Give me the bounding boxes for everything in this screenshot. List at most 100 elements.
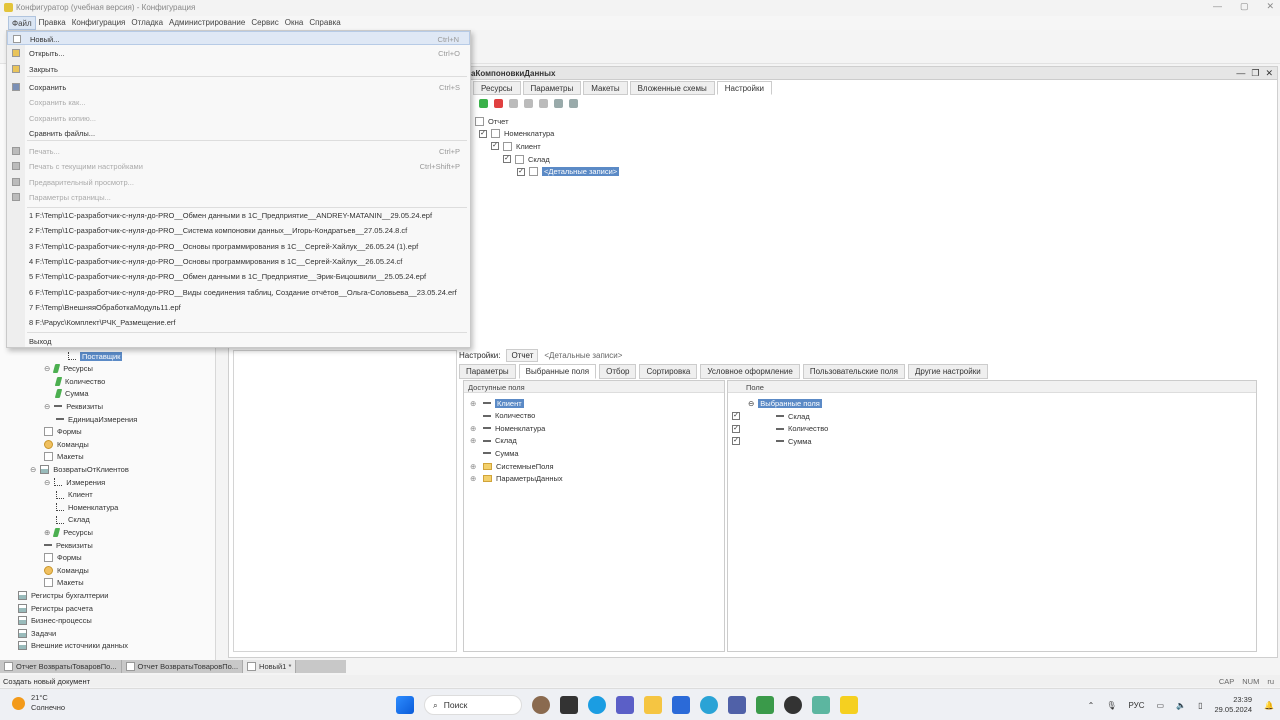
tree-item[interactable]: Склад [56,514,90,526]
menu-5[interactable]: Сервис [248,16,281,30]
tab-4[interactable]: Настройки [716,81,772,95]
tree-item[interactable]: Задачи [18,627,56,639]
selected-root[interactable]: ⊖ Выбранные поля [748,397,822,409]
recent-file[interactable]: 8 F:\Рарус\Комплект\РЧК_Размещение.erf [7,315,470,329]
structure-node[interactable]: ✓ <Детальные записи> [517,166,620,178]
store-icon[interactable] [672,696,690,714]
checkbox[interactable]: ✓ [732,424,740,433]
maximize-icon[interactable]: ▢ [1240,1,1249,12]
structure-node[interactable]: Отчет [475,115,509,127]
tab-1[interactable]: Параметры [522,81,582,95]
tree-item[interactable]: Команды [44,564,89,576]
recent-file[interactable]: 6 F:\Temp\1C-разработчик-с-нуля-до-PRO__… [7,285,470,299]
tab-2[interactable]: Макеты [583,81,628,95]
clock[interactable]: 23:39 29.05.2024 [1214,695,1252,715]
selected-field[interactable]: ✓ Сумма [732,435,812,447]
menu-6[interactable]: Окна [282,16,307,30]
tree-item[interactable]: Сумма [54,388,89,400]
move-down-icon[interactable] [539,99,548,108]
exit-item[interactable]: Выход [7,334,470,348]
available-field[interactable]: Количество [470,410,535,422]
tab-3[interactable]: Вложенные схемы [629,81,715,95]
checkbox[interactable]: ✓ [491,142,499,151]
tree-item[interactable]: ⊕ Ресурсы [44,526,93,538]
menu-0[interactable]: Файл [8,16,36,30]
selected-field[interactable]: ✓ Склад [732,410,810,422]
taskbar-search[interactable]: ⌕ Поиск [424,695,522,715]
battery-icon[interactable]: ▯ [1198,701,1202,710]
network-icon[interactable]: ▭ [1157,701,1165,710]
add-icon[interactable] [479,99,488,108]
minimize-icon[interactable]: — [1213,1,1222,12]
expand-icon[interactable]: ⊖ [44,478,50,487]
available-field[interactable]: ⊕ Клиент [470,397,524,409]
delete-icon[interactable] [494,99,503,108]
tree-item[interactable]: Регистры бухгалтерии [18,589,108,601]
file-menu-item[interactable]: Новый... Ctrl+N [7,31,470,45]
lang-indicator[interactable]: РУС [1129,701,1145,710]
file-menu-item[interactable]: Закрыть [7,62,470,76]
tree-item[interactable]: ⊖ Реквизиты [44,400,103,412]
expand-icon[interactable]: ⊕ [470,436,479,445]
checkbox[interactable]: ✓ [503,155,511,164]
structure-node[interactable]: ✓ Клиент [491,140,541,152]
copilot-icon[interactable] [532,696,550,714]
tree-item[interactable]: Внешние источники данных [18,640,128,652]
subtab-4[interactable]: Условное оформление [700,364,800,379]
available-field[interactable]: ⊕ ПараметрыДанных [470,473,563,485]
expand-icon[interactable]: ⊕ [44,528,50,537]
tree-item[interactable]: Формы [44,552,82,564]
telegram-icon[interactable] [700,696,718,714]
recent-file[interactable]: 1 F:\Temp\1C-разработчик-с-нуля-до-PRO__… [7,208,470,222]
menu-1[interactable]: Правка [36,16,69,30]
task-view-icon[interactable] [560,696,578,714]
expand-icon[interactable]: ⊖ [44,402,50,411]
editor-close-icon[interactable]: ✕ [1265,68,1273,79]
tree-item[interactable]: Бизнес-процессы [18,615,92,627]
collapse-icon[interactable]: ⊖ [748,399,754,408]
tree-item[interactable]: ⊖ Ресурсы [44,363,93,375]
obs-icon[interactable] [784,696,802,714]
ungroup-icon[interactable] [569,99,578,108]
expand-icon[interactable]: ⊕ [470,424,479,433]
menu-7[interactable]: Справка [306,16,343,30]
file-menu-item[interactable]: Открыть... Ctrl+O [7,46,470,60]
expand-icon[interactable]: ⊖ [44,364,50,373]
subtab-1[interactable]: Выбранные поля [518,364,597,379]
recent-file[interactable]: 7 F:\Temp\ВнешняяОбработкаМодуль11.epf [7,300,470,314]
checkbox[interactable]: ✓ [732,437,740,446]
subtab-2[interactable]: Отбор [599,364,637,379]
tab-0[interactable]: Ресурсы [473,81,521,95]
chevron-up-icon[interactable]: ⌃ [1088,701,1095,710]
subtab-3[interactable]: Сортировка [639,364,698,379]
tree-item[interactable]: Номенклатура [56,501,118,513]
tree-item[interactable]: Поставщик [68,350,123,362]
notification-icon[interactable]: 🔔 [1264,701,1274,710]
teams-icon[interactable] [616,696,634,714]
edge-icon[interactable] [588,696,606,714]
subtab-0[interactable]: Параметры [459,364,516,379]
checkbox[interactable]: ✓ [732,412,740,420]
recent-file[interactable]: 3 F:\Temp\1C-разработчик-с-нуля-до-PRO__… [7,239,470,253]
tree-item[interactable]: Формы [44,426,82,438]
selected-field[interactable]: ✓ Количество [732,423,828,435]
expand-icon[interactable]: ⊕ [470,399,479,408]
tree-item[interactable]: Количество [54,375,105,387]
search-icon[interactable] [509,99,518,108]
menu-4[interactable]: Администрирование [166,16,248,30]
window-tab[interactable]: Отчет ВозвратыТоваровПо... [0,660,122,673]
tree-item[interactable]: ⊖ Измерения [44,476,105,488]
editor-restore-icon[interactable]: ❐ [1251,68,1259,79]
tree-item[interactable]: ⊖ ВозвратыОтКлиентов [30,463,129,475]
tree-item[interactable]: Макеты [44,451,84,463]
group-icon[interactable] [554,99,563,108]
app-icon-green[interactable] [812,696,830,714]
available-field[interactable]: ⊕ Склад [470,435,517,447]
tree-item[interactable]: ЕдиницаИзмерения [56,413,137,425]
menu-3[interactable]: Отладка [128,16,166,30]
subtab-6[interactable]: Другие настройки [907,364,988,379]
subtab-5[interactable]: Пользовательские поля [802,364,905,379]
recent-file[interactable]: 4 F:\Temp\1C-разработчик-с-нуля-до-PRO__… [7,254,470,268]
recent-file[interactable]: 5 F:\Temp\1C-разработчик-с-нуля-до-PRO__… [7,269,470,283]
available-field[interactable]: ⊕ СистемныеПоля [470,460,554,472]
